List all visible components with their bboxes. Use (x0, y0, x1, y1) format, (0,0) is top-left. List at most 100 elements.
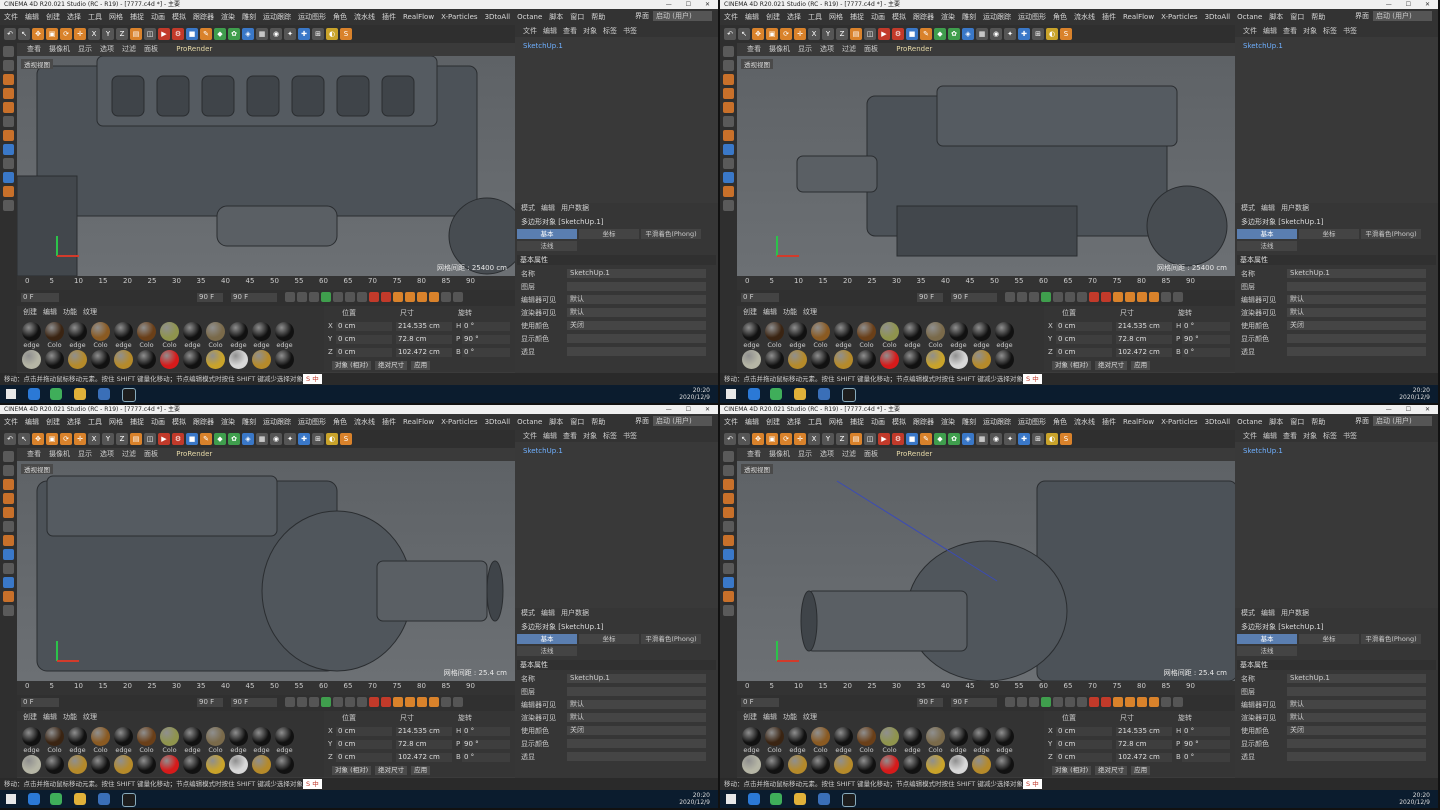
menu-item[interactable]: Octane (517, 13, 542, 21)
live-select-icon[interactable]: ↖ (18, 433, 30, 445)
material-swatch[interactable]: Colo (44, 727, 65, 754)
viewport-menu-item[interactable]: 过滤 (842, 45, 856, 53)
scale-icon[interactable]: ▣ (46, 28, 58, 40)
material-swatch[interactable] (90, 755, 111, 774)
menu-item[interactable]: 流水线 (1074, 418, 1095, 426)
menu-item[interactable]: 编辑 (745, 418, 759, 426)
menu-item[interactable]: 编辑 (745, 13, 759, 21)
x-axis-icon[interactable]: X (88, 433, 100, 445)
polygons-mode-icon[interactable] (723, 507, 734, 518)
size-field[interactable]: 102.472 cm (396, 348, 452, 357)
last-tool-icon[interactable]: ✛ (74, 433, 86, 445)
browser-icon[interactable] (28, 793, 40, 805)
cloner-icon[interactable]: ✿ (228, 28, 240, 40)
material-swatch[interactable]: edge (833, 322, 854, 349)
z-axis-icon[interactable]: Z (836, 433, 848, 445)
material-swatch[interactable] (274, 350, 295, 369)
menu-item[interactable]: 选择 (787, 13, 801, 21)
workplane-icon[interactable] (3, 549, 14, 560)
layout-value[interactable]: 启动 (用户) (653, 416, 712, 426)
coord-mode-dropdown[interactable]: 对象 (相对) (1052, 361, 1092, 370)
prorender-menu[interactable]: ProRender (896, 45, 932, 53)
next-frame-icon[interactable] (1053, 697, 1063, 707)
material-swatch[interactable] (228, 350, 249, 369)
media-icon[interactable] (818, 388, 830, 400)
position-field[interactable]: 0 cm (1056, 740, 1112, 749)
menu-item[interactable]: RealFlow (1123, 13, 1154, 21)
plugin-icon-3[interactable]: ◐ (1046, 28, 1058, 40)
scale-icon[interactable]: ▣ (766, 433, 778, 445)
material-swatch[interactable]: Colo (205, 322, 226, 349)
material-swatch[interactable]: Colo (925, 727, 946, 754)
solo-icon[interactable] (3, 577, 14, 588)
coord-system-icon[interactable]: ▤ (130, 28, 142, 40)
prorender-menu[interactable]: ProRender (896, 450, 932, 458)
edges-mode-icon[interactable] (3, 493, 14, 504)
apply-button[interactable]: 应用 (1131, 361, 1151, 370)
menu-item[interactable]: 工具 (88, 418, 102, 426)
material-swatch[interactable]: edge (787, 322, 808, 349)
model-mode-icon[interactable] (723, 451, 734, 462)
render-settings-icon[interactable]: ⚙ (892, 28, 904, 40)
position-field[interactable]: 0 cm (1056, 753, 1112, 762)
tweak-icon[interactable] (723, 186, 734, 197)
rotation-field[interactable]: 0 ° (462, 322, 510, 331)
pen-icon[interactable]: ✎ (920, 28, 932, 40)
edges-mode-icon[interactable] (3, 88, 14, 99)
material-tab[interactable]: 创建 (743, 308, 757, 316)
property-value[interactable]: 默认 (1287, 713, 1426, 722)
browser-icon[interactable] (28, 388, 40, 400)
viewport-menu-item[interactable]: 查看 (27, 450, 41, 458)
property-value[interactable]: 关闭 (1287, 726, 1426, 735)
light-icon[interactable]: ✦ (284, 433, 296, 445)
light-icon[interactable]: ✦ (284, 28, 296, 40)
start-icon[interactable] (726, 389, 736, 399)
live-select-icon[interactable]: ↖ (738, 433, 750, 445)
attribute-menu-item[interactable]: 编辑 (541, 609, 555, 617)
menu-item[interactable]: 帮助 (1311, 13, 1325, 21)
render-region-icon[interactable]: ◫ (864, 433, 876, 445)
position-field[interactable]: 0 cm (336, 753, 392, 762)
viewport-menu-item[interactable]: 选项 (100, 450, 114, 458)
material-swatch[interactable] (274, 755, 295, 774)
edges-mode-icon[interactable] (723, 88, 734, 99)
pen-icon[interactable]: ✎ (200, 28, 212, 40)
scene-icon[interactable]: ▦ (976, 28, 988, 40)
material-swatch[interactable] (67, 350, 88, 369)
object-manager-menu-item[interactable]: 查看 (563, 27, 577, 35)
material-swatch[interactable]: Colo (159, 322, 180, 349)
apply-button[interactable]: 应用 (411, 361, 431, 370)
render-region-icon[interactable]: ◫ (144, 28, 156, 40)
material-swatch[interactable] (833, 755, 854, 774)
ime-indicator[interactable]: S 中 (303, 779, 322, 789)
rotation-field[interactable]: 90 ° (1182, 740, 1230, 749)
edges-mode-icon[interactable] (723, 493, 734, 504)
menu-item[interactable]: 工具 (88, 13, 102, 21)
subdivision-icon[interactable]: ◆ (214, 433, 226, 445)
plugin-icon-2[interactable]: ⊞ (312, 433, 324, 445)
grid-icon[interactable] (3, 605, 14, 616)
viewport-menu-item[interactable]: 显示 (798, 450, 812, 458)
window-controls[interactable]: — ☐ ✕ (1386, 405, 1436, 414)
tweak-icon[interactable] (3, 186, 14, 197)
material-swatch[interactable] (159, 755, 180, 774)
tweak-icon[interactable] (3, 591, 14, 602)
light-icon[interactable]: ✦ (1004, 28, 1016, 40)
material-swatch[interactable]: Colo (205, 727, 226, 754)
material-swatch[interactable] (741, 755, 762, 774)
timeline-ruler[interactable]: 0 5 10 15 20 25 30 35 40 45 50 55 60 65 70 75 80 85 90 (17, 681, 515, 695)
cube-icon[interactable]: ■ (186, 433, 198, 445)
property-value[interactable]: 默认 (567, 308, 706, 317)
render-view-icon[interactable]: ▶ (878, 433, 890, 445)
prev-frame-icon[interactable] (1029, 697, 1039, 707)
camera-icon[interactable]: ◉ (990, 28, 1002, 40)
subdivision-icon[interactable]: ◆ (214, 28, 226, 40)
y-axis-icon[interactable]: Y (822, 433, 834, 445)
pen-icon[interactable]: ✎ (200, 433, 212, 445)
media-icon[interactable] (98, 793, 110, 805)
plugin-icon-2[interactable]: ⊞ (1032, 433, 1044, 445)
material-swatch[interactable] (879, 350, 900, 369)
go-end-icon[interactable] (357, 292, 367, 302)
material-swatch[interactable]: edge (113, 322, 134, 349)
go-start-icon[interactable] (285, 697, 295, 707)
